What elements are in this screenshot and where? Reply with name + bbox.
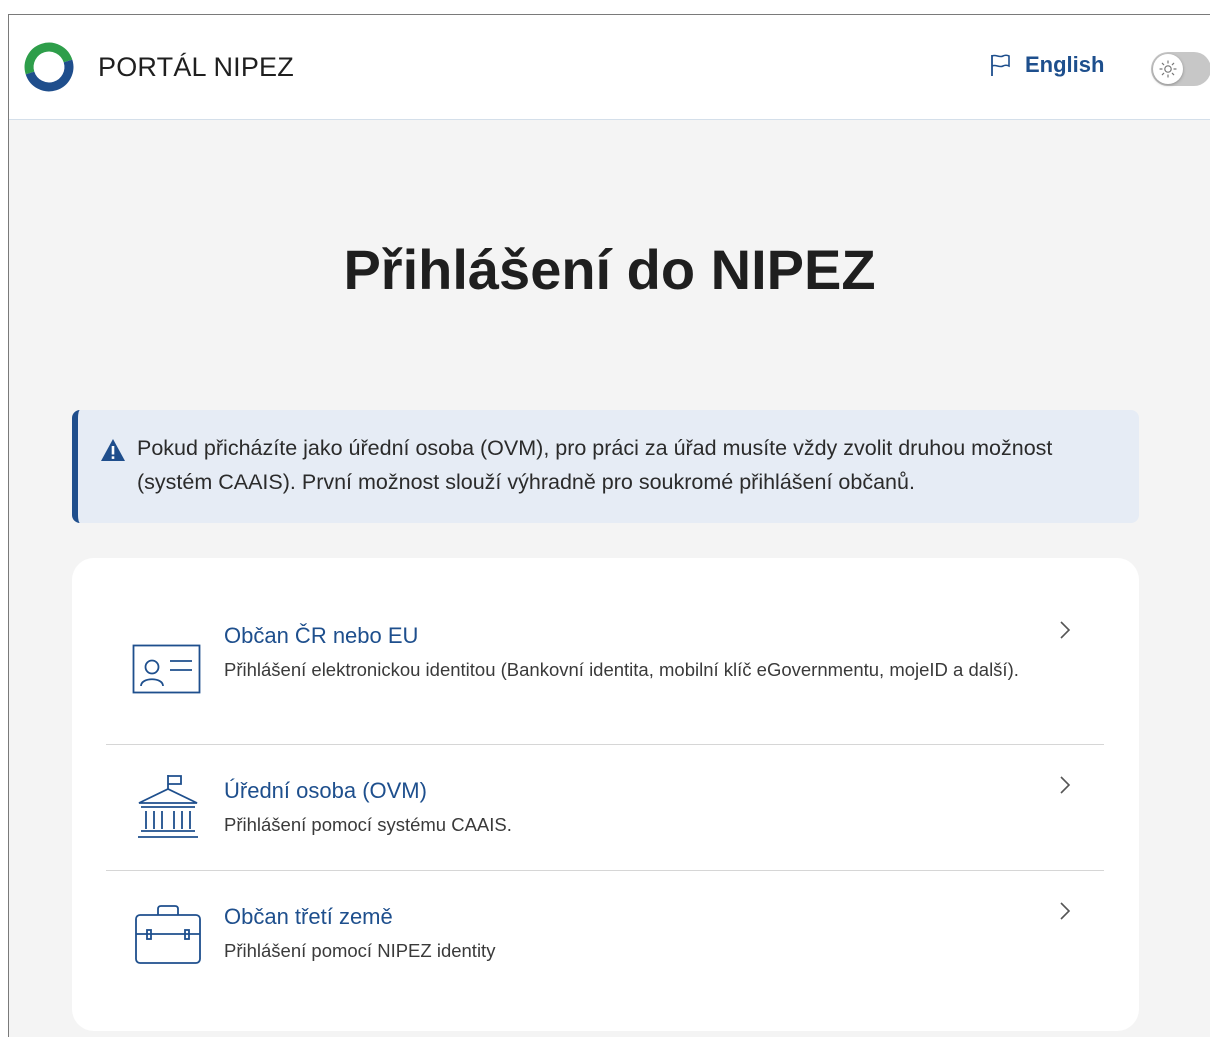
briefcase-icon	[135, 905, 201, 964]
login-option-official[interactable]: Úřední osoba (OVM) Přihlášení pomocí sys…	[72, 745, 1139, 870]
login-option-third-country[interactable]: Občan třetí země Přihlášení pomocí NIPEZ…	[72, 871, 1139, 1031]
option-description: Přihlášení elektronickou identitou (Bank…	[224, 659, 1019, 680]
option-title: Občan třetí země	[224, 904, 393, 929]
info-alert: Pokud přicházíte jako úřední osoba (OVM)…	[72, 410, 1139, 523]
option-description: Přihlášení pomocí systému CAAIS.	[224, 814, 512, 835]
language-switch-link[interactable]: English	[989, 52, 1104, 78]
chevron-right-icon	[1060, 621, 1071, 639]
warning-triangle-icon	[101, 439, 125, 461]
government-building-icon	[138, 775, 198, 838]
option-title: Občan ČR nebo EU	[224, 623, 419, 648]
language-label: English	[1025, 52, 1105, 77]
flag-icon	[991, 54, 1010, 76]
login-options-card: Občan ČR nebo EU Přihlášení elektronicko…	[72, 558, 1139, 1031]
theme-toggle[interactable]	[1151, 52, 1210, 86]
alert-message: Pokud přicházíte jako úřední osoba (OVM)…	[137, 436, 1053, 494]
page-title: Přihlášení do NIPEZ	[343, 238, 876, 301]
option-description: Přihlášení pomocí NIPEZ identity	[224, 940, 496, 961]
option-title: Úřední osoba (OVM)	[224, 778, 427, 803]
id-card-icon	[132, 644, 201, 694]
nipez-logo-icon[interactable]	[21, 39, 77, 95]
top-header: PORTÁL NIPEZ English	[9, 15, 1210, 120]
chevron-right-icon	[1060, 902, 1071, 920]
browser-viewport: PORTÁL NIPEZ English Přihlášení do NIPEZ…	[8, 14, 1210, 1037]
toggle-knob	[1153, 54, 1183, 84]
sun-icon	[1159, 60, 1177, 78]
login-option-citizen[interactable]: Občan ČR nebo EU Přihlášení elektronicko…	[72, 558, 1139, 744]
brand-title[interactable]: PORTÁL NIPEZ	[98, 52, 294, 83]
chevron-right-icon	[1060, 776, 1071, 794]
